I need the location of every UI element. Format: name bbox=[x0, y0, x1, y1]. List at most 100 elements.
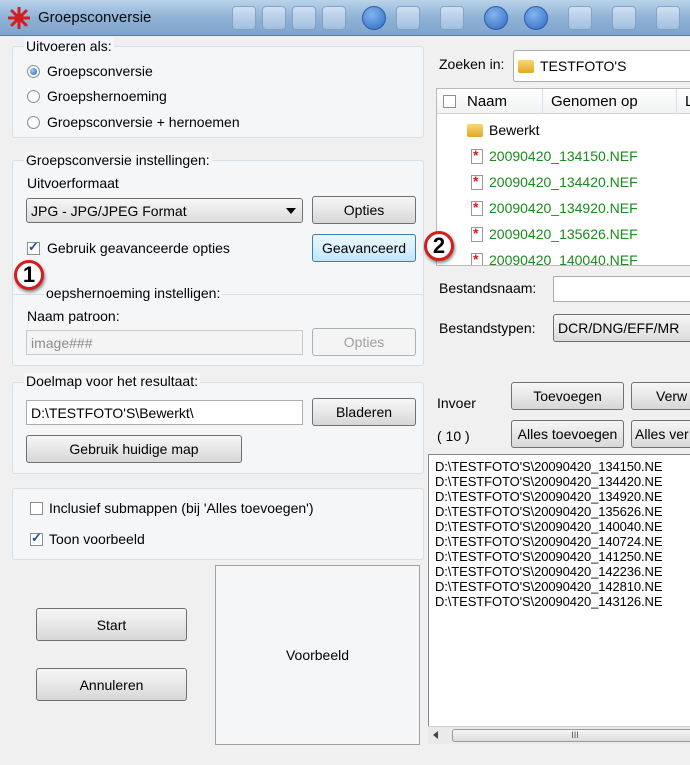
format-options-button[interactable]: Opties bbox=[312, 196, 416, 224]
folder-name: Bewerkt bbox=[489, 122, 540, 138]
file-name: 20090420_134920.NEF bbox=[489, 200, 638, 216]
list-item[interactable]: 20090420_134920.NEF bbox=[471, 197, 638, 219]
add-button[interactable]: Toevoegen bbox=[511, 382, 624, 410]
start-button[interactable]: Start bbox=[36, 608, 187, 641]
format-value: JPG - JPG/JPEG Format bbox=[31, 202, 187, 219]
lookin-select[interactable]: TESTFOTO'S bbox=[513, 50, 690, 82]
radio-label: Groepshernoeming bbox=[47, 88, 167, 104]
list-item[interactable]: D:\TESTFOTO'S\20090420_141250.NE bbox=[435, 549, 663, 564]
file-name: 20090420_134150.NEF bbox=[489, 148, 638, 164]
window-title: Groepsconversie bbox=[38, 9, 152, 26]
toolbar-open-icon[interactable] bbox=[232, 6, 256, 30]
remove-button[interactable]: Verw bbox=[631, 382, 690, 410]
list-item[interactable]: D:\TESTFOTO'S\20090420_134920.NE bbox=[435, 489, 663, 504]
radio-label: Groepsconversie + hernoemen bbox=[47, 114, 240, 130]
include-subfolders-checkbox[interactable] bbox=[30, 502, 43, 515]
list-item[interactable]: 20090420_140040.NEF bbox=[471, 249, 638, 266]
radio-label: Groepsconversie bbox=[47, 63, 153, 79]
filetypes-select[interactable]: DCR/DNG/EFF/MR bbox=[553, 314, 690, 342]
filetypes-label: Bestandstypen: bbox=[439, 320, 536, 336]
target-path-input[interactable]: D:\TESTFOTO'S\Bewerkt\ bbox=[26, 400, 303, 425]
remove-all-button[interactable]: Alles ver bbox=[631, 420, 690, 448]
list-item[interactable]: 20090420_135626.NEF bbox=[471, 223, 638, 245]
file-name: 20090420_135626.NEF bbox=[489, 226, 638, 242]
list-item[interactable]: D:\TESTFOTO'S\20090420_140724.NE bbox=[435, 534, 663, 549]
column-date-taken[interactable]: Genomen op bbox=[543, 89, 677, 114]
radio-groepsconversie[interactable] bbox=[27, 65, 40, 78]
add-all-button[interactable]: Alles toevoegen bbox=[511, 420, 624, 448]
toolbar-settings-icon[interactable] bbox=[656, 6, 680, 30]
show-preview-checkbox[interactable] bbox=[30, 530, 43, 546]
nef-file-icon bbox=[471, 173, 483, 190]
folder-icon bbox=[518, 59, 534, 73]
list-item[interactable]: D:\TESTFOTO'S\20090420_135626.NE bbox=[435, 504, 663, 519]
file-name: 20090420_134420.NEF bbox=[489, 174, 638, 190]
list-item[interactable]: D:\TESTFOTO'S\20090420_134420.NE bbox=[435, 474, 663, 489]
column-name[interactable]: Naam bbox=[459, 89, 543, 114]
list-item[interactable]: D:\TESTFOTO'S\20090420_140040.NE bbox=[435, 519, 663, 534]
advanced-button[interactable]: Geavanceerd bbox=[312, 234, 416, 262]
advanced-options-checkbox[interactable] bbox=[27, 239, 40, 255]
toolbar-zoom-out-icon[interactable] bbox=[440, 6, 464, 30]
nef-file-icon bbox=[471, 251, 483, 265]
filename-label: Bestandsnaam: bbox=[439, 280, 537, 296]
use-current-folder-button[interactable]: Gebruik huidige map bbox=[26, 435, 242, 463]
nef-file-icon bbox=[471, 199, 483, 216]
scroll-left-icon[interactable] bbox=[433, 731, 438, 739]
filetypes-value: DCR/DNG/EFF/MR bbox=[558, 320, 680, 336]
toolbar-zoom-in-icon[interactable] bbox=[396, 6, 420, 30]
extra-options-group bbox=[12, 488, 424, 560]
chevron-down-icon bbox=[286, 208, 296, 214]
horizontal-scrollbar[interactable]: III bbox=[428, 726, 690, 744]
list-item[interactable]: 20090420_134420.NEF bbox=[471, 171, 638, 193]
input-file-list[interactable]: D:\TESTFOTO'S\20090420_134150.NE D:\TEST… bbox=[428, 454, 690, 744]
preview-label: Voorbeeld bbox=[285, 647, 350, 663]
column-more[interactable]: L bbox=[677, 89, 690, 114]
folder-icon bbox=[467, 123, 483, 137]
include-subfolders-label: Inclusief submappen (bij 'Alles toevoege… bbox=[49, 500, 314, 516]
list-item[interactable]: D:\TESTFOTO'S\20090420_134150.NE bbox=[435, 459, 663, 474]
rename-options-button[interactable]: Opties bbox=[312, 328, 416, 356]
toolbar-undo-icon[interactable] bbox=[322, 6, 346, 30]
annotation-badge-2: 2 bbox=[424, 231, 454, 261]
list-item[interactable]: D:\TESTFOTO'S\20090420_142236.NE bbox=[435, 564, 663, 579]
lookin-value: TESTFOTO'S bbox=[540, 58, 627, 74]
list-item[interactable]: 20090420_134150.NEF bbox=[471, 145, 638, 167]
title-bar: Groepsconversie bbox=[0, 0, 690, 36]
browse-button[interactable]: Bladeren bbox=[312, 398, 416, 426]
nef-file-icon bbox=[471, 225, 483, 242]
toolbar-rotate-icon[interactable] bbox=[292, 6, 316, 30]
pattern-label: Naam patroon: bbox=[27, 308, 120, 324]
file-list[interactable]: Naam Genomen op L Bewerkt 20090420_13415… bbox=[436, 88, 690, 266]
list-item[interactable]: D:\TESTFOTO'S\20090420_143126.NE bbox=[435, 594, 663, 609]
rename-settings-legend: oepshernoeming instelligen: bbox=[44, 285, 223, 301]
filename-input[interactable] bbox=[553, 276, 690, 302]
cancel-button[interactable]: Annuleren bbox=[36, 668, 187, 701]
dialog-body: Uitvoeren als: Groepsconversie Groepsher… bbox=[0, 36, 690, 765]
lookin-label: Zoeken in: bbox=[439, 56, 505, 72]
toolbar-fullscreen-icon[interactable] bbox=[612, 6, 636, 30]
toolbar-info-icon[interactable] bbox=[362, 6, 386, 30]
target-folder-legend: Doelmap voor het resultaat: bbox=[24, 373, 200, 389]
toolbar-next-icon[interactable] bbox=[524, 6, 548, 30]
input-label: Invoer bbox=[437, 395, 476, 411]
nef-file-icon bbox=[471, 147, 483, 164]
format-select[interactable]: JPG - JPG/JPEG Format bbox=[26, 198, 303, 223]
list-item[interactable]: D:\TESTFOTO'S\20090420_142810.NE bbox=[435, 579, 663, 594]
file-list-header: Naam Genomen op L bbox=[437, 89, 690, 114]
show-preview-label: Toon voorbeeld bbox=[49, 531, 145, 547]
toolbar-fit-icon[interactable] bbox=[568, 6, 592, 30]
input-count: ( 10 ) bbox=[437, 428, 470, 444]
toolbar-prev-icon[interactable] bbox=[484, 6, 508, 30]
format-label: Uitvoerformaat bbox=[27, 175, 119, 191]
radio-conversie-hernoemen[interactable] bbox=[27, 116, 40, 129]
preview-box: Voorbeeld bbox=[215, 565, 420, 745]
toolbar-save-icon[interactable] bbox=[262, 6, 286, 30]
file-name: 20090420_140040.NEF bbox=[489, 252, 638, 266]
list-item-folder[interactable]: Bewerkt bbox=[467, 119, 540, 141]
scroll-thumb[interactable]: III bbox=[452, 729, 690, 742]
radio-groepshernoeming[interactable] bbox=[27, 90, 40, 103]
app-logo-icon bbox=[8, 7, 30, 29]
select-all-checkbox[interactable] bbox=[443, 95, 456, 108]
pattern-input[interactable]: image### bbox=[26, 330, 303, 355]
